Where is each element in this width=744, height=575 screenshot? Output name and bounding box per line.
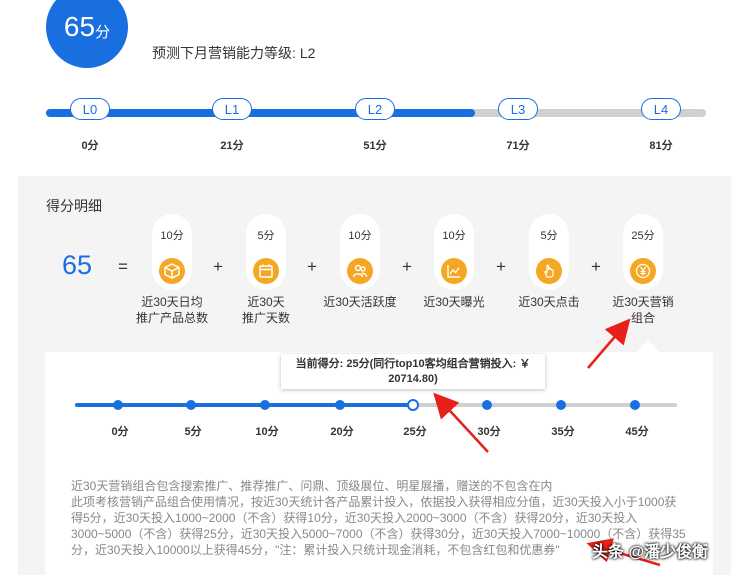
arrow-to-combo-factor bbox=[587, 318, 631, 369]
annotation-arrows bbox=[433, 318, 661, 567]
watermark: 头条 @潘少俊衡 bbox=[592, 544, 709, 561]
arrow-to-current-step bbox=[433, 392, 489, 453]
